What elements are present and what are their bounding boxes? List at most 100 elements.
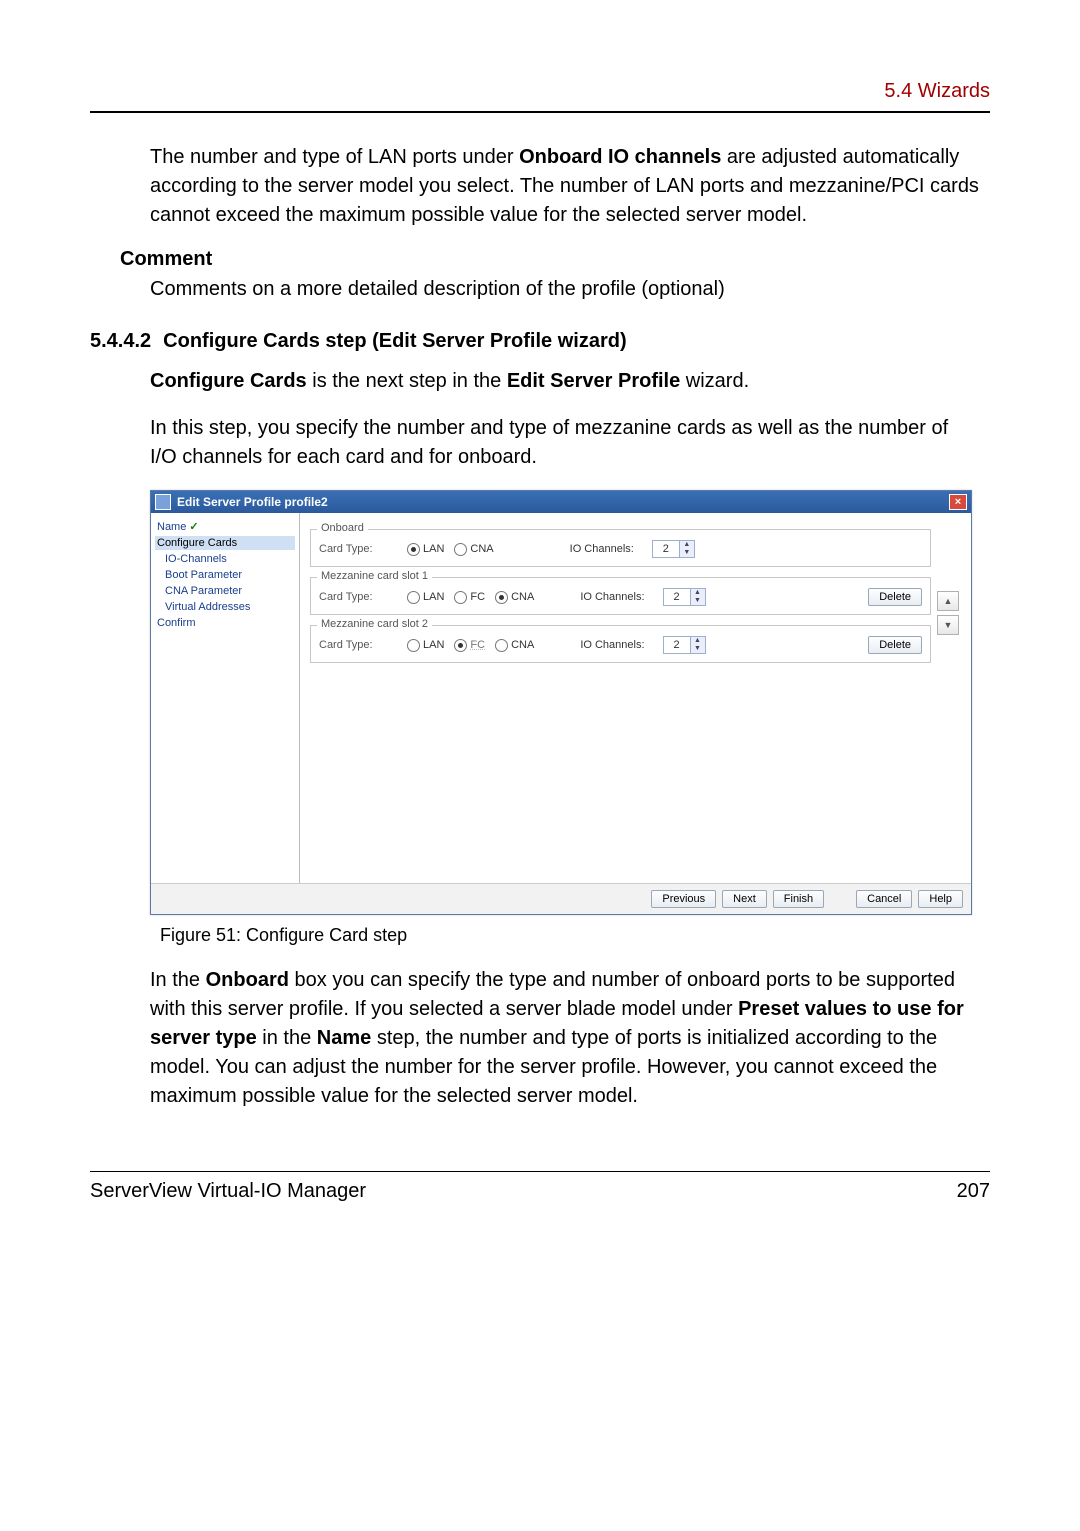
- radio-label: CNA: [511, 591, 534, 603]
- spinner-onboard-io[interactable]: 2 ▲▼: [652, 540, 695, 558]
- finish-button[interactable]: Finish: [773, 890, 824, 908]
- radio-mezz2-fc[interactable]: FC: [454, 639, 485, 652]
- label-card-type: Card Type:: [319, 639, 389, 651]
- nav-item-virtual-addresses[interactable]: Virtual Addresses: [155, 600, 295, 614]
- radio-mezz1-fc[interactable]: FC: [454, 591, 485, 604]
- header-rule: [90, 111, 990, 113]
- desc-comment: Comments on a more detailed description …: [150, 275, 980, 304]
- radio-onboard-lan[interactable]: LAN: [407, 543, 444, 556]
- paragraph-specify: In this step, you specify the number and…: [150, 414, 980, 472]
- wizard-content: Onboard Card Type: LAN CNA IO Channels: …: [300, 513, 971, 883]
- radio-label: LAN: [423, 639, 444, 651]
- subheading: 5.4.4.2 Configure Cards step (Edit Serve…: [90, 330, 990, 353]
- radio-label: FC: [470, 639, 485, 651]
- radio-label: FC: [470, 591, 485, 603]
- onboard-card-type-radios: LAN CNA: [407, 543, 494, 556]
- text-bold: Configure Cards: [150, 370, 307, 392]
- nav-item-cna-parameter[interactable]: CNA Parameter: [155, 584, 295, 598]
- text: is the next step in the: [307, 370, 507, 392]
- text: In the: [150, 969, 206, 991]
- spinner-mezz1-io[interactable]: 2 ▲▼: [663, 588, 706, 606]
- slot-move-controls: ▲ ▼: [937, 591, 959, 635]
- text: in the: [257, 1027, 317, 1049]
- group-mezz1: Mezzanine card slot 1 Card Type: LAN FC …: [310, 577, 931, 615]
- subheading-number: 5.4.4.2: [90, 330, 151, 353]
- chevron-down-icon[interactable]: ▼: [690, 645, 705, 653]
- wizard-titlebar[interactable]: Edit Server Profile profile2 ×: [151, 491, 971, 513]
- label-card-type: Card Type:: [319, 591, 389, 603]
- mezz1-card-type-radios: LAN FC CNA: [407, 591, 534, 604]
- radio-dot-icon: [407, 543, 420, 556]
- help-button[interactable]: Help: [918, 890, 963, 908]
- label-io-channels: IO Channels:: [570, 543, 634, 555]
- radio-mezz1-cna[interactable]: CNA: [495, 591, 534, 604]
- footer-rule: [90, 1171, 990, 1172]
- radio-dot-icon: [495, 591, 508, 604]
- radio-mezz2-cna[interactable]: CNA: [495, 639, 534, 652]
- radio-mezz2-lan[interactable]: LAN: [407, 639, 444, 652]
- spinner-value: 2: [664, 590, 690, 604]
- delete-button-mezz2[interactable]: Delete: [868, 636, 922, 654]
- footer-product: ServerView Virtual-IO Manager: [90, 1180, 366, 1203]
- spinner-value: 2: [653, 542, 679, 556]
- radio-dot-icon: [454, 543, 467, 556]
- page-footer: ServerView Virtual-IO Manager 207: [90, 1180, 990, 1203]
- chevron-down-icon[interactable]: ▼: [690, 597, 705, 605]
- label-io-channels: IO Channels:: [580, 591, 644, 603]
- group-onboard: Onboard Card Type: LAN CNA IO Channels: …: [310, 529, 931, 567]
- move-down-button[interactable]: ▼: [937, 615, 959, 635]
- nav-item-confirm[interactable]: Confirm: [155, 616, 295, 630]
- radio-mezz1-lan[interactable]: LAN: [407, 591, 444, 604]
- chevron-down-icon[interactable]: ▼: [679, 549, 694, 557]
- wizard-title: Edit Server Profile profile2: [177, 495, 328, 509]
- chevron-up-icon[interactable]: ▲: [690, 637, 705, 645]
- nav-item-name[interactable]: Name: [155, 519, 295, 534]
- next-button[interactable]: Next: [722, 890, 767, 908]
- close-icon[interactable]: ×: [949, 494, 967, 510]
- radio-label: LAN: [423, 591, 444, 603]
- nav-item-boot-parameter[interactable]: Boot Parameter: [155, 568, 295, 582]
- group-legend-mezz1: Mezzanine card slot 1: [317, 570, 432, 582]
- text: wizard.: [680, 370, 749, 392]
- radio-label: CNA: [511, 639, 534, 651]
- page-section-header: 5.4 Wizards: [90, 80, 990, 111]
- paragraph-onboard-box: In the Onboard box you can specify the t…: [150, 966, 980, 1111]
- spinner-mezz2-io[interactable]: 2 ▲▼: [663, 636, 706, 654]
- label-card-type: Card Type:: [319, 543, 389, 555]
- radio-onboard-cna[interactable]: CNA: [454, 543, 493, 556]
- radio-dot-icon: [454, 591, 467, 604]
- wizard-nav: Name Configure Cards IO-Channels Boot Pa…: [151, 513, 300, 883]
- radio-label: LAN: [423, 543, 444, 555]
- text-bold: Edit Server Profile: [507, 370, 680, 392]
- radio-dot-icon: [407, 639, 420, 652]
- group-legend-mezz2: Mezzanine card slot 2: [317, 618, 432, 630]
- group-mezz2: Mezzanine card slot 2 Card Type: LAN FC …: [310, 625, 931, 663]
- footer-page-number: 207: [957, 1180, 990, 1203]
- radio-dot-icon: [495, 639, 508, 652]
- chevron-up-icon[interactable]: ▲: [690, 589, 705, 597]
- move-up-button[interactable]: ▲: [937, 591, 959, 611]
- nav-item-io-channels[interactable]: IO-Channels: [155, 552, 295, 566]
- radio-dot-icon: [407, 591, 420, 604]
- text-bold: Name: [317, 1027, 371, 1049]
- chevron-up-icon[interactable]: ▲: [679, 541, 694, 549]
- spinner-value: 2: [664, 638, 690, 652]
- nav-item-configure-cards[interactable]: Configure Cards: [155, 536, 295, 550]
- text-bold: Onboard: [206, 969, 289, 991]
- figure-caption: Figure 51: Configure Card step: [160, 925, 990, 946]
- mezz2-card-type-radios: LAN FC CNA: [407, 639, 534, 652]
- cancel-button[interactable]: Cancel: [856, 890, 912, 908]
- app-icon: [155, 494, 171, 510]
- wizard-window: Edit Server Profile profile2 × Name Conf…: [150, 490, 972, 915]
- radio-label: CNA: [470, 543, 493, 555]
- label-io-channels: IO Channels:: [580, 639, 644, 651]
- group-legend-onboard: Onboard: [317, 522, 368, 534]
- text-bold: Onboard IO channels: [519, 146, 721, 168]
- delete-button-mezz1[interactable]: Delete: [868, 588, 922, 606]
- previous-button[interactable]: Previous: [651, 890, 716, 908]
- paragraph-next-step: Configure Cards is the next step in the …: [150, 367, 980, 396]
- wizard-footer: Previous Next Finish Cancel Help: [151, 883, 971, 914]
- text: The number and type of LAN ports under: [150, 146, 519, 168]
- paragraph-onboard-io: The number and type of LAN ports under O…: [150, 143, 980, 230]
- radio-dot-icon: [454, 639, 467, 652]
